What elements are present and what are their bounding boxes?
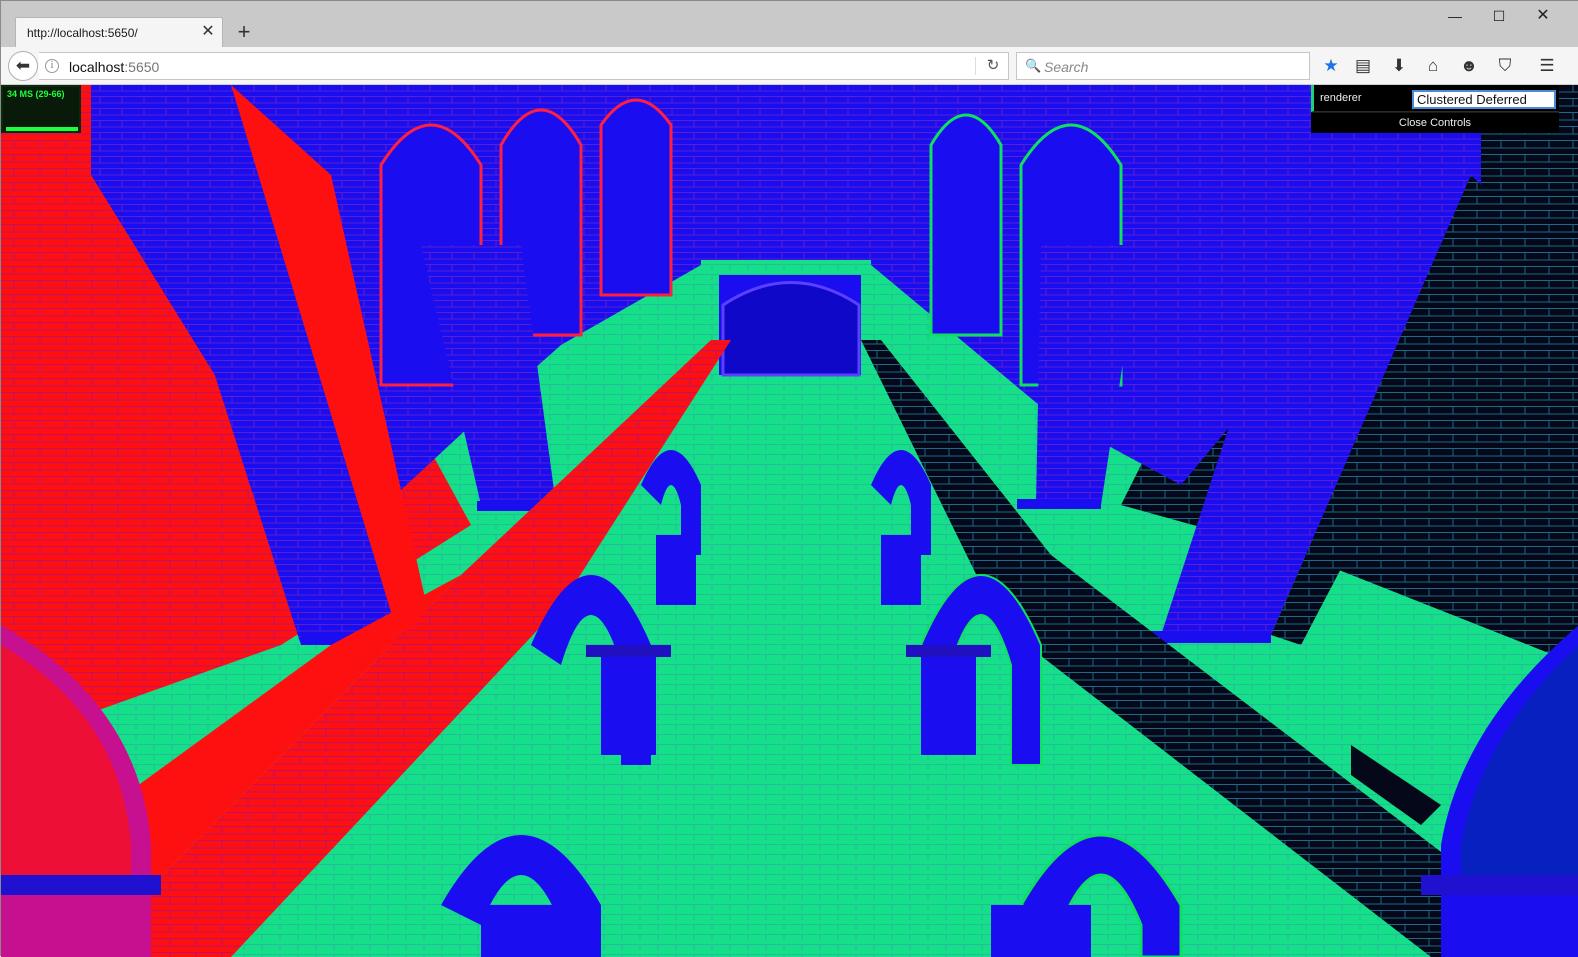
maximize-icon[interactable]: ☐ (1479, 5, 1519, 27)
url-separator (975, 57, 976, 75)
frame-time-readout: 34 MS (29-66) (7, 89, 65, 99)
hello-icon[interactable]: ☻ (1457, 55, 1481, 77)
close-controls-button[interactable]: Close Controls (1311, 113, 1559, 133)
close-tab-icon[interactable]: ✕ (200, 24, 216, 40)
menu-icon[interactable]: ☰ (1535, 55, 1559, 77)
webgl-canvas[interactable]: 34 MS (29-66) renderer Clustered Deferre… (1, 85, 1578, 957)
tab-title: http://localhost:5650/ (27, 26, 138, 40)
controls-panel: renderer Clustered Deferred Close Contro… (1311, 85, 1559, 133)
renderer-select[interactable]: Clustered Deferred (1412, 90, 1556, 109)
sponza-normal-render (1, 85, 1578, 957)
navigation-bar: ⬅ i localhost:5650 ↻ 🔍 Search ★ ▤ ⬇ ⌂ ☻ … (1, 47, 1578, 85)
new-tab-icon[interactable]: + (233, 21, 255, 43)
renderer-label: renderer (1320, 92, 1362, 104)
url-bar[interactable]: i localhost:5650 ↻ (39, 52, 1009, 80)
home-icon[interactable]: ⌂ (1421, 55, 1445, 77)
url-text: localhost:5650 (69, 59, 159, 75)
info-icon[interactable]: i (45, 59, 59, 73)
frame-time-graph (6, 127, 78, 131)
minimize-icon[interactable]: — (1435, 5, 1475, 27)
reload-icon[interactable]: ↻ (983, 56, 1003, 76)
renderer-row: renderer Clustered Deferred (1311, 85, 1559, 112)
search-placeholder: Search (1044, 59, 1089, 75)
url-port: :5650 (124, 59, 160, 75)
browser-window: http://localhost:5650/ ✕ + — ☐ ✕ ⬅ i loc… (0, 0, 1578, 957)
back-icon[interactable]: ⬅ (8, 51, 38, 81)
search-icon: 🔍 (1025, 58, 1042, 73)
download-icon[interactable]: ⬇ (1387, 55, 1411, 77)
tab-localhost[interactable]: http://localhost:5650/ ✕ (15, 17, 223, 47)
search-input[interactable]: 🔍 Search (1016, 52, 1310, 80)
fps-stats-panel[interactable]: 34 MS (29-66) (1, 85, 81, 133)
tab-strip: http://localhost:5650/ ✕ + — ☐ ✕ (1, 1, 1578, 47)
bookmark-star-icon[interactable]: ★ (1319, 55, 1343, 77)
reading-list-icon[interactable]: ▤ (1351, 55, 1375, 77)
url-host: localhost (69, 59, 125, 75)
window-close-icon[interactable]: ✕ (1523, 5, 1563, 27)
pocket-icon[interactable]: ⛉ (1493, 55, 1517, 77)
